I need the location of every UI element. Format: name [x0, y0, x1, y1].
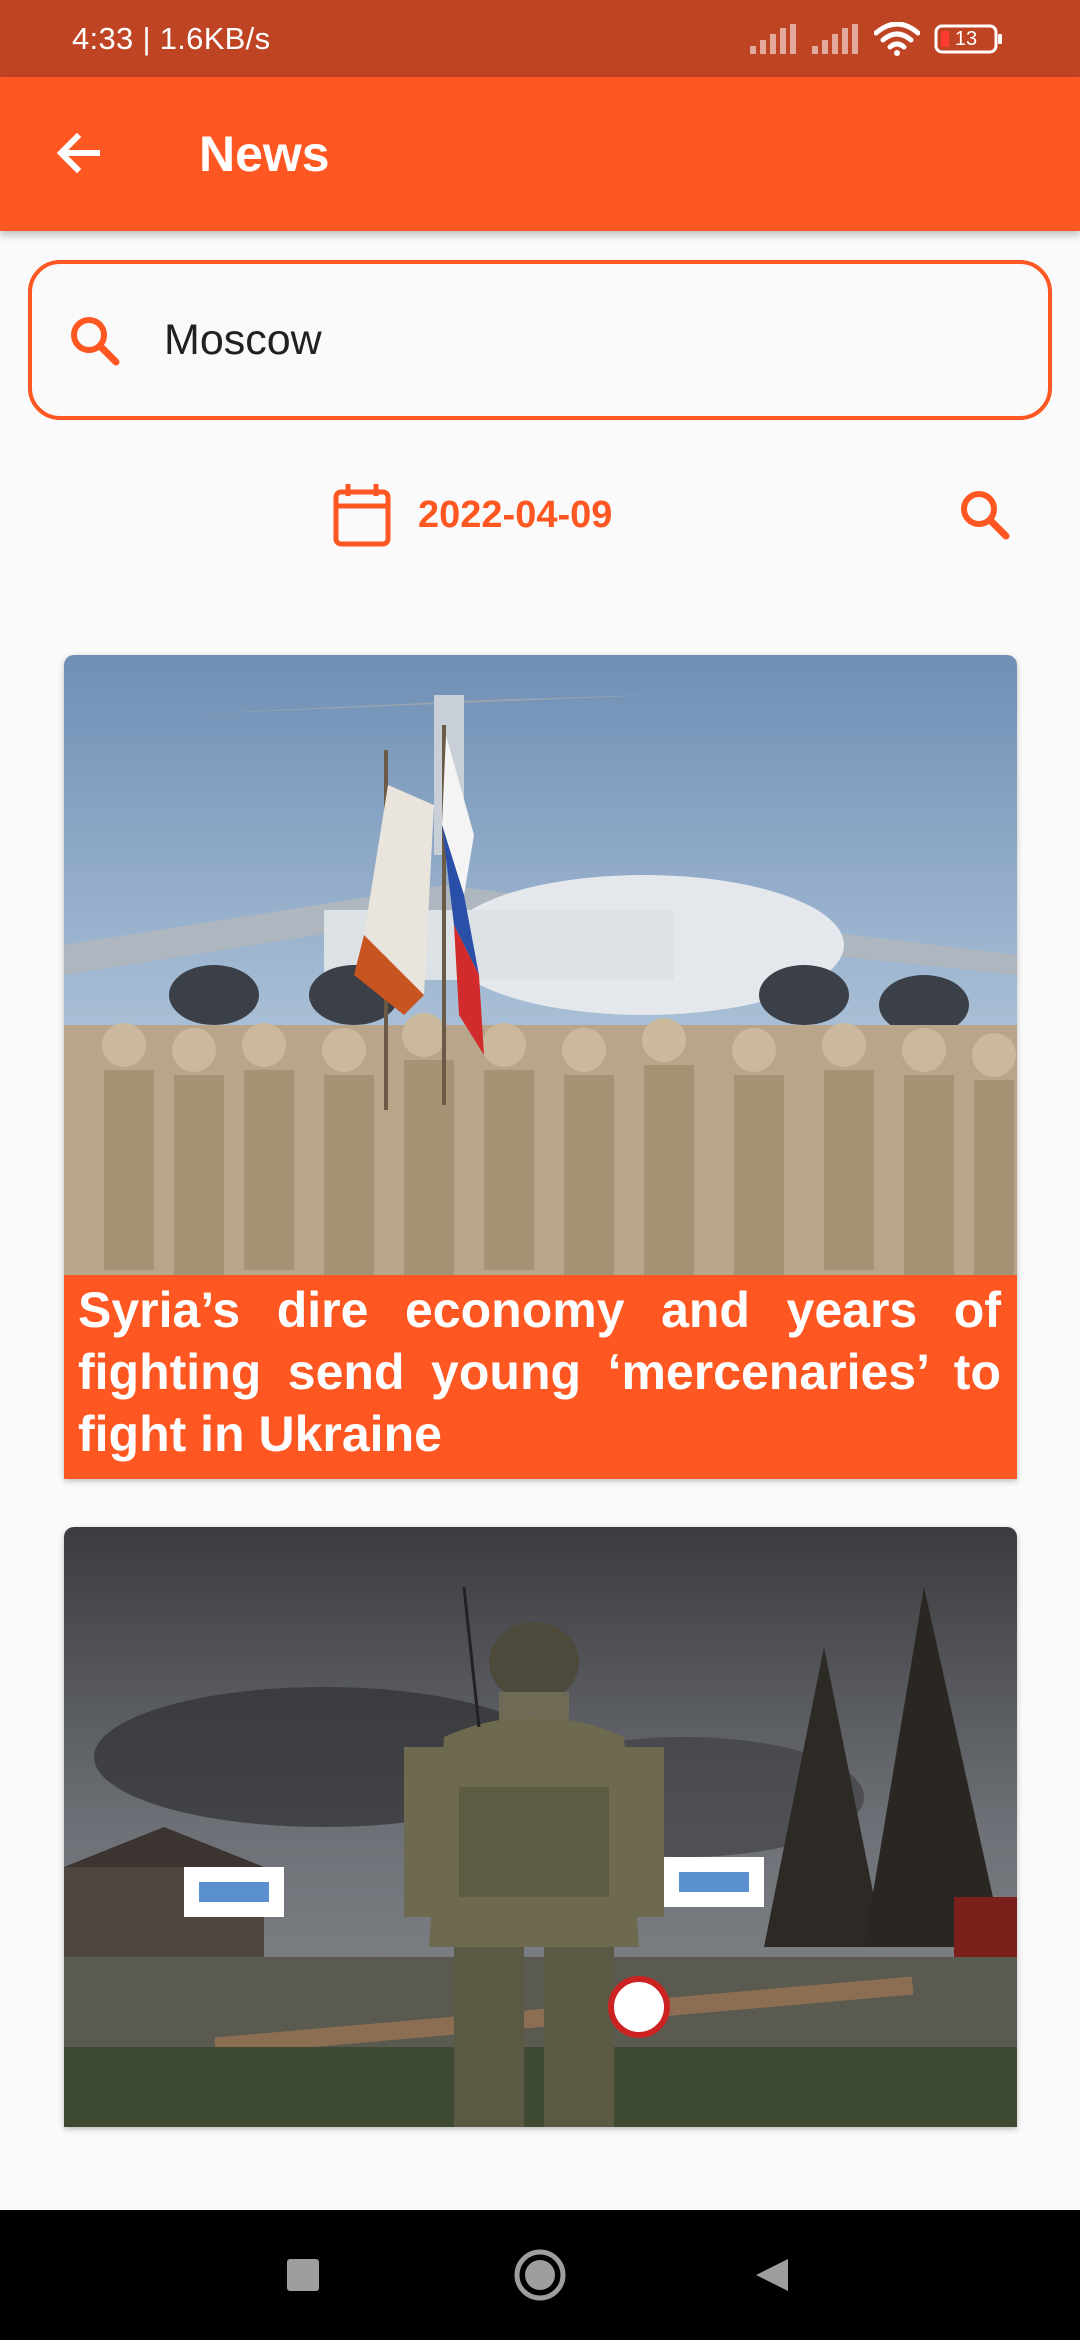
signal-icon [750, 23, 798, 54]
home-circle-icon [514, 2249, 566, 2301]
battery-level: 13 [954, 27, 978, 50]
back-button[interactable] [46, 120, 112, 186]
news-card[interactable]: Syria’s dire economy and years of fighti… [64, 655, 1017, 1479]
date-filter-row: 2022-04-09 [0, 480, 1080, 550]
recents-button[interactable] [273, 2245, 333, 2305]
status-time: 4:33 | 1.6KB/s [72, 20, 271, 56]
page-title: News [199, 126, 330, 182]
signal-icon [812, 23, 860, 54]
news-card[interactable] [64, 1527, 1017, 2127]
search-input[interactable]: Moscow [164, 264, 322, 416]
home-button[interactable] [510, 2245, 570, 2305]
article-image [64, 655, 1017, 1275]
article-title[interactable]: Syria’s dire economy and years of fighti… [64, 1275, 1017, 1479]
battery-icon: 13 [934, 23, 1004, 55]
calendar-icon[interactable] [331, 482, 393, 548]
system-nav-bar [0, 2210, 1080, 2340]
article-image [64, 1527, 1017, 2127]
back-triangle-icon [756, 2259, 788, 2291]
status-icons: 13 [750, 21, 1004, 56]
status-bar: 4:33 | 1.6KB/s 13 [0, 0, 1080, 77]
wifi-icon [874, 21, 920, 56]
search-icon[interactable] [956, 486, 1014, 544]
nav-back-button[interactable] [742, 2245, 802, 2305]
search-field[interactable]: Moscow [28, 260, 1052, 420]
date-value[interactable]: 2022-04-09 [418, 480, 612, 550]
recents-square-icon [287, 2259, 319, 2291]
app-bar: News [0, 77, 1080, 231]
arrow-left-icon [56, 132, 100, 174]
search-icon [71, 317, 120, 366]
